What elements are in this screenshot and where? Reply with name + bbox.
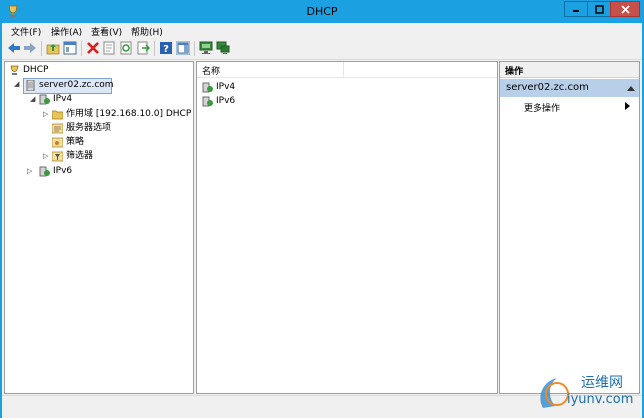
list-pane: 名称 IPv4 IPv6 — [196, 61, 498, 394]
properties-icon[interactable] — [102, 41, 116, 55]
collapse-triangle-icon[interactable] — [627, 85, 635, 91]
policy-icon — [52, 137, 63, 148]
close-button[interactable] — [610, 1, 640, 17]
console-content: DHCP ◢ server02.zc.com ◢ IPv4 ▷ 作用域 [192… — [2, 60, 642, 395]
toolbar-separator — [81, 41, 82, 56]
up-folder-icon[interactable] — [46, 41, 60, 55]
menu-file[interactable]: 文件(F) — [11, 25, 41, 38]
expand-arrow-icon[interactable]: ▷ — [27, 165, 32, 178]
minimize-icon — [573, 10, 579, 12]
refresh-icon[interactable] — [119, 41, 133, 55]
close-icon — [620, 4, 630, 14]
toolbar-separator — [194, 41, 195, 56]
menu-action[interactable]: 操作(A) — [51, 25, 82, 38]
window-title: DHCP — [306, 5, 338, 18]
ipv4-icon — [202, 82, 213, 93]
delete-icon[interactable] — [86, 41, 100, 55]
watermark: 运维网 iyunv.com — [535, 368, 641, 414]
collapse-arrow-icon[interactable]: ◢ — [14, 78, 19, 91]
show-action-pane-icon[interactable] — [176, 41, 190, 55]
toolbar-separator — [154, 41, 155, 56]
svg-text:?: ? — [163, 44, 169, 55]
expand-arrow-icon[interactable]: ▷ — [43, 150, 48, 163]
minimize-button[interactable] — [564, 1, 588, 17]
watermark-text: 运维网 — [581, 375, 623, 391]
ipv6-icon — [39, 166, 50, 177]
server-icon — [26, 80, 35, 91]
tree-pane: DHCP ◢ server02.zc.com ◢ IPv4 ▷ 作用域 [192… — [4, 61, 194, 394]
network-icon[interactable] — [216, 41, 230, 55]
folder-icon — [52, 110, 63, 120]
show-tree-icon[interactable] — [63, 41, 77, 55]
menu-help[interactable]: 帮助(H) — [131, 25, 163, 38]
action-pane: 操作 server02.zc.com 更多操作 — [499, 61, 640, 394]
server-options-icon — [52, 123, 63, 134]
title-bar: DHCP — [1, 1, 643, 23]
computer-icon[interactable] — [199, 41, 213, 55]
ipv4-icon — [39, 94, 50, 105]
column-header-name[interactable]: 名称 — [197, 62, 497, 78]
column-divider[interactable] — [343, 62, 344, 77]
expand-arrow-icon[interactable]: ▷ — [43, 108, 48, 121]
export-icon[interactable] — [136, 41, 150, 55]
toolbar: ? — [2, 38, 642, 60]
action-section-server[interactable]: server02.zc.com — [500, 79, 639, 97]
action-pane-header: 操作 — [500, 62, 639, 78]
menu-bar: 文件(F) 操作(A) 查看(V) 帮助(H) — [2, 23, 642, 38]
forward-icon[interactable] — [23, 41, 37, 55]
watermark-url: iyunv.com — [567, 392, 634, 407]
filter-icon — [52, 151, 63, 162]
maximize-icon — [594, 4, 604, 14]
dhcp-window: DHCP 文件(F) 操作(A) 查看(V) 帮助(H) ? DHCP ◢ se… — [0, 0, 644, 418]
more-actions-item[interactable]: 更多操作 — [524, 101, 560, 114]
help-icon[interactable]: ? — [159, 41, 173, 55]
ipv6-icon — [202, 96, 213, 107]
menu-view[interactable]: 查看(V) — [91, 25, 122, 38]
submenu-arrow-icon — [625, 102, 630, 110]
collapse-arrow-icon[interactable]: ◢ — [30, 93, 35, 106]
dhcp-icon — [10, 65, 19, 75]
toolbar-separator — [41, 41, 42, 56]
back-icon[interactable] — [7, 41, 21, 55]
maximize-button[interactable] — [587, 1, 611, 17]
